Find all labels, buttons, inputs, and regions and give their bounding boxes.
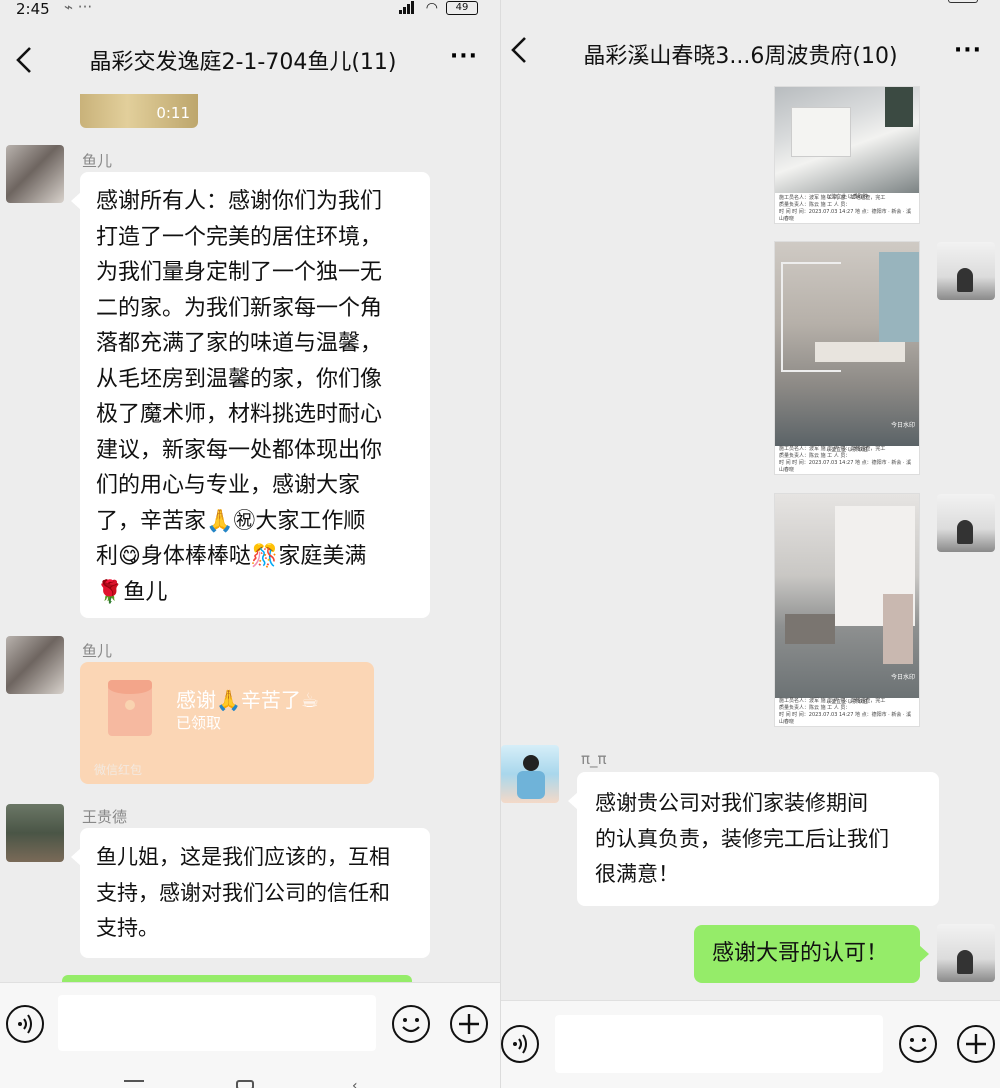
message-line: 的认真负责，装修完工后让我们: [595, 826, 889, 851]
photo-image: [775, 242, 919, 446]
avatar[interactable]: [6, 804, 64, 862]
photo-message[interactable]: 以鉴立业 以质取胜 施工员名人：波军 施 工 内 容：工地巡查，完工 质量负责人…: [774, 86, 920, 224]
message-line: 们的用心与专业，感谢大家: [96, 473, 361, 498]
photo-caption: 施工员名人：波军 施 工 内 容：工地巡查，完工 质量负责人：陈云 施 工 人 …: [775, 193, 919, 223]
nav-back-icon[interactable]: ‹: [352, 1078, 358, 1088]
red-packet-icon: [108, 680, 152, 736]
sender-name: 鱼儿: [82, 152, 113, 170]
message-line: 打造了一个完美的居住环境，: [96, 224, 383, 250]
photo-badge: 今日水印: [890, 674, 915, 681]
message-line: 二的家。为我们新家每一个角: [96, 295, 383, 321]
plus-icon[interactable]: [957, 1025, 995, 1063]
photo-badge: 今日水印: [890, 422, 915, 429]
caption-line: 时 间 时 间：2023.07.03 14:27 地 点：德阳市 · 新会 · …: [779, 712, 912, 725]
caption-line: 施工员名人：波军 施 工 内 容：工地巡查，完工: [779, 446, 886, 452]
wifi-icon: ◠: [425, 0, 438, 16]
red-packet-label: 微信红包: [94, 763, 143, 777]
emoji-icon[interactable]: [392, 1005, 430, 1043]
caption-line: 施工员名人：波军 施 工 内 容：工地巡查，完工: [779, 698, 886, 704]
message-bubble[interactable]: 鱼儿姐，这是我们应该的，互相 支持，感谢对我们公司的信任和 支持。: [71, 828, 430, 958]
video-duration: 0:11: [156, 104, 190, 122]
back-arrow-icon[interactable]: [10, 42, 40, 78]
message-input[interactable]: [58, 995, 376, 1051]
battery-icon: 49: [446, 1, 478, 15]
chat-title: 晶彩溪山春晓3...6周波贵府(10): [583, 44, 898, 69]
status-dots: ⌁ ···: [64, 0, 93, 16]
input-bar: [0, 982, 500, 1064]
video-message[interactable]: 0:11: [80, 94, 198, 128]
red-packet-title: 感谢🙏辛苦了☕: [176, 688, 319, 712]
input-bar: [501, 1000, 1000, 1088]
right-chat-pane: 晶彩溪山春晓3...6周波贵府(10) ··· 以鉴立业 以质取胜 施工员名人：…: [500, 0, 1000, 1088]
sender-name: π_π: [581, 750, 607, 768]
signal-icon: [399, 1, 414, 14]
message-line: 从毛坯房到温馨的家，你们像: [96, 366, 383, 392]
chat-title: 晶彩交发逸庭2-1-704鱼儿(11): [89, 50, 397, 75]
caption-line: 质量负责人：陈云 施 工 人 员：: [779, 453, 851, 459]
message-line: 感谢所有人：感谢你们为我们: [96, 189, 383, 214]
caption-line: 质量负责人：陈云 施 工 人 员：: [779, 705, 851, 711]
message-line: 了，辛苦家🙏㊗大家工作顺: [96, 508, 366, 534]
caption-line: 施工员名人：波军 施 工 内 容：工地巡查，完工: [779, 195, 886, 201]
plus-icon[interactable]: [450, 1005, 488, 1043]
nav-bar: ‹: [0, 1064, 500, 1088]
message-bubble[interactable]: 感谢所有人：感谢你们为我们 打造了一个完美的居住环境， 为我们量身定制了一个独一…: [71, 172, 430, 618]
avatar[interactable]: [937, 924, 995, 982]
red-packet[interactable]: 感谢🙏辛苦了☕ 已领取 微信红包: [80, 662, 374, 784]
avatar[interactable]: [937, 242, 995, 300]
red-packet-status: 已领取: [176, 714, 222, 732]
message-line: 很满意！: [595, 862, 679, 886]
sender-name: 鱼儿: [82, 642, 113, 660]
nav-menu-icon[interactable]: [124, 1080, 144, 1083]
own-message-bubble[interactable]: 感谢大哥的认可！: [694, 925, 929, 983]
voice-icon[interactable]: [6, 1005, 44, 1043]
message-line: 利😋身体棒棒哒🎊家庭美满: [96, 544, 367, 569]
more-dots-icon[interactable]: ···: [954, 38, 982, 63]
avatar[interactable]: [501, 745, 559, 803]
caption-line: 时 间 时 间：2023.07.03 14:27 地 点：德阳市 · 新会 · …: [779, 209, 912, 222]
message-line: 感谢大哥的认可！: [712, 941, 889, 966]
chat-header: 晶彩溪山春晓3...6周波贵府(10) ···: [501, 0, 1000, 76]
message-line: 鱼儿姐，这是我们应该的，互相: [96, 845, 390, 869]
photo-image: [775, 87, 919, 193]
voice-icon[interactable]: [501, 1025, 539, 1063]
avatar[interactable]: [6, 145, 64, 203]
status-bar: 2:45 ⌁ ··· ◠ 49: [0, 0, 500, 22]
photo-message[interactable]: 今日水印 以鉴立业 以质取胜 施工员名人：波军 施 工 内 容：工地巡查，完工 …: [774, 493, 920, 727]
message-line: 极了魔术师，材料挑选时耐心: [96, 402, 383, 427]
message-line: 感谢贵公司对我们家装修期间: [595, 791, 868, 815]
caption-line: 质量负责人：陈云 施 工 人 员：: [779, 202, 851, 208]
message-line: 建议，新家每一处都体现出你: [96, 437, 383, 463]
message-line: 🌹鱼儿: [96, 579, 168, 605]
message-line: 为我们量身定制了一个独一无: [96, 260, 383, 285]
photo-caption: 施工员名人：波军 施 工 内 容：工地巡查，完工 质量负责人：陈云 施 工 人 …: [775, 696, 919, 726]
nav-home-icon[interactable]: [236, 1080, 254, 1088]
message-line: 支持，感谢对我们公司的信任和: [96, 880, 390, 905]
caption-line: 时 间 时 间：2023.07.03 14:27 地 点：德阳市 · 新会 · …: [779, 460, 912, 473]
left-chat-pane: 2:45 ⌁ ··· ◠ 49 晶彩交发逸庭2-1-704鱼儿(11) ··· …: [0, 0, 500, 1088]
message-input[interactable]: [555, 1015, 883, 1073]
sender-name: 王贵德: [82, 808, 128, 826]
photo-image: [775, 494, 919, 698]
avatar[interactable]: [937, 494, 995, 552]
avatar[interactable]: [6, 636, 64, 694]
status-time: 2:45: [16, 0, 50, 18]
message-line: 落都充满了家的味道与温馨，: [96, 331, 383, 356]
message-bubble[interactable]: 感谢贵公司对我们家装修期间 的认真负责，装修完工后让我们 很满意！: [568, 772, 939, 906]
emoji-icon[interactable]: [899, 1025, 937, 1063]
chat-header: 晶彩交发逸庭2-1-704鱼儿(11) ···: [0, 22, 500, 98]
more-dots-icon[interactable]: ···: [450, 44, 478, 69]
message-line: 支持。: [96, 916, 159, 940]
back-arrow-icon[interactable]: [505, 32, 535, 68]
photo-caption: 施工员名人：波军 施 工 内 容：工地巡查，完工 质量负责人：陈云 施 工 人 …: [775, 444, 919, 474]
photo-message[interactable]: 今日水印 以鉴立业 以质取胜 施工员名人：波军 施 工 内 容：工地巡查，完工 …: [774, 241, 920, 475]
